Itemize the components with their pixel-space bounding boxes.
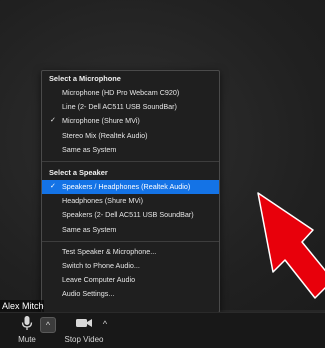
speaker-section-title: Select a Speaker	[49, 167, 108, 177]
mic-option-hd-pro-webcam[interactable]: Microphone (HD Pro Webcam C920)	[42, 86, 219, 100]
action-label: Leave Computer Audio	[62, 275, 136, 285]
video-camera-icon	[76, 319, 92, 327]
chevron-up-icon: ^	[102, 319, 108, 329]
mic-option-dell-soundbar-line[interactable]: Line (2- Dell AC511 USB SoundBar)	[42, 100, 219, 114]
audio-options-menu: Select a Microphone Microphone (HD Pro W…	[41, 70, 220, 313]
speaker-option-shure-mvi[interactable]: Headphones (Shure MVi)	[42, 194, 219, 208]
checkmark-icon: ✓	[50, 182, 56, 190]
mic-option-label: Same as System	[62, 144, 117, 154]
action-label: Switch to Phone Audio...	[62, 260, 140, 270]
video-options-caret-button[interactable]: ^	[98, 317, 112, 331]
speaker-option-label: Same as System	[62, 224, 117, 234]
mic-option-label: Microphone (Shure MVi)	[62, 116, 140, 126]
menu-divider	[42, 240, 219, 242]
red-arrow-shape	[257, 192, 325, 299]
checkmark-icon: ✓	[50, 117, 56, 125]
action-label: Test Speaker & Microphone...	[62, 246, 157, 256]
audio-options-caret-button[interactable]: ^	[40, 317, 56, 333]
meeting-toolbar: Mute ^ Stop Video ^	[0, 312, 325, 348]
mic-option-label: Stereo Mix (Realtek Audio)	[62, 130, 148, 140]
audio-settings-item[interactable]: Audio Settings...	[42, 287, 219, 301]
speaker-option-label: Speakers / Headphones (Realtek Audio)	[62, 181, 191, 191]
speaker-option-realtek[interactable]: ✓ Speakers / Headphones (Realtek Audio)	[42, 179, 219, 195]
red-arrow-icon	[257, 192, 325, 299]
mic-option-shure-mvi[interactable]: ✓ Microphone (Shure MVi)	[42, 114, 219, 128]
speaker-option-dell-soundbar[interactable]: Speakers (2- Dell AC511 USB SoundBar)	[42, 208, 219, 222]
stop-video-label: Stop Video	[64, 335, 104, 344]
leave-computer-audio-item[interactable]: Leave Computer Audio	[42, 273, 219, 287]
mic-option-stereo-mix[interactable]: Stereo Mix (Realtek Audio)	[42, 129, 219, 143]
mic-option-label: Line (2- Dell AC511 USB SoundBar)	[62, 102, 177, 112]
microphone-section-title: Select a Microphone	[49, 74, 121, 83]
mic-option-label: Microphone (HD Pro Webcam C920)	[62, 88, 180, 97]
chevron-up-icon: ^	[45, 320, 51, 330]
test-speaker-mic-item[interactable]: Test Speaker & Microphone...	[42, 245, 219, 259]
speaker-option-same-as-system[interactable]: Same as System	[42, 223, 219, 237]
mic-option-same-as-system[interactable]: Same as System	[42, 143, 219, 157]
microphone-icon	[21, 316, 33, 330]
action-label: Audio Settings...	[62, 289, 115, 299]
switch-to-phone-audio-item[interactable]: Switch to Phone Audio...	[42, 259, 219, 273]
speaker-option-label: Headphones (Shure MVi)	[62, 196, 143, 206]
menu-divider	[42, 160, 219, 162]
mute-label: Mute	[18, 335, 36, 344]
speaker-option-label: Speakers (2- Dell AC511 USB SoundBar)	[62, 210, 194, 220]
